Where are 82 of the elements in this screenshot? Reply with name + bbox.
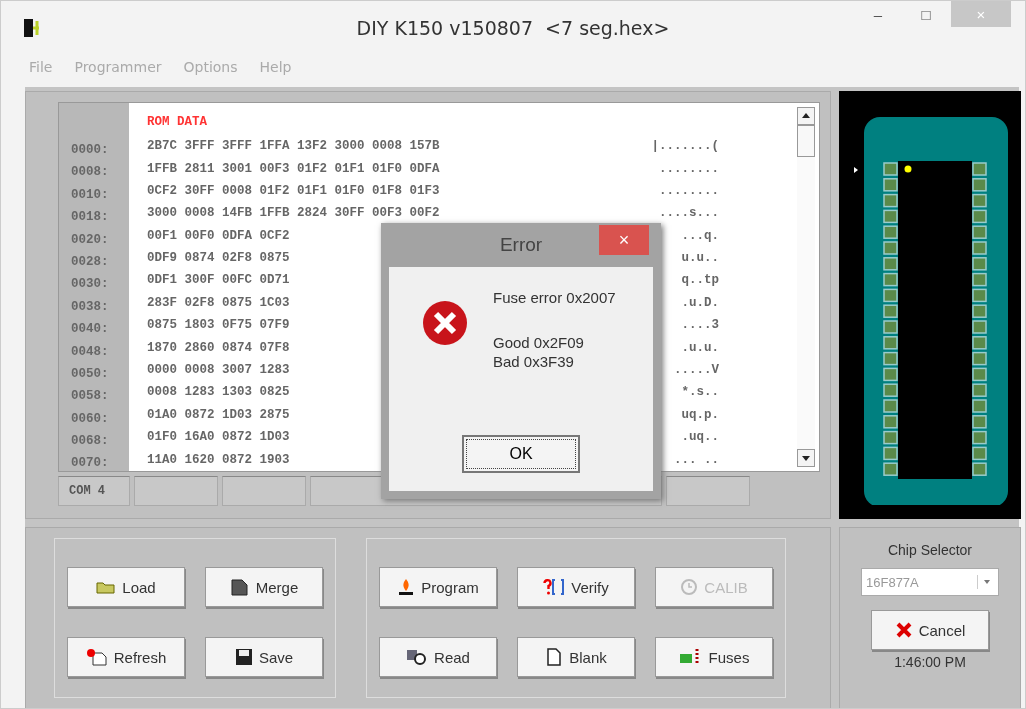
hex-data: 01F0 16A0 0872 1D03 [147,429,290,447]
ascii-data: .u.u. [681,339,719,357]
hex-data: 0CF2 30FF 0008 01F2 01F1 01F0 01F8 01F3 [147,182,440,200]
address-label: 0038: [71,298,110,316]
toolbar-button[interactable]: Verify [517,567,635,607]
address-label: 0040: [71,321,110,339]
clock-icon [680,578,699,596]
ascii-data: .u.D. [681,294,719,312]
hex-data: 0000 0008 3007 1283 [147,362,290,380]
rom-data-heading: ROM DATA [147,114,207,131]
address-label: 0070: [71,455,110,473]
hex-data: 0875 1803 0F75 07F9 [147,317,290,335]
save-icon [234,648,253,666]
scroll-down-icon[interactable] [797,449,815,467]
hex-data: 2B7C 3FFF 3FFF 1FFA 13F2 3000 0008 157B [147,138,440,156]
hex-data: 1FFB 2811 3001 00F3 01F2 01F1 01F0 0DFA [147,160,440,178]
toolbar-button[interactable]: Merge [205,567,323,607]
window-title: DIY K150 v150807 <7 seg.hex> [356,17,670,39]
documents-icon [229,578,250,596]
hex-data: 283F 02F8 0875 1C03 [147,294,290,312]
ascii-data: ....s... [659,205,719,223]
ascii-data: ...q. [681,227,719,245]
address-label: 0058: [71,388,110,406]
ascii-data: *.s.. [681,384,719,402]
address-label: 0028: [71,253,110,271]
clock-time: 1:46:00 PM [894,654,966,670]
address-label: 0068: [71,433,110,451]
toolbar-button[interactable]: Program [379,567,497,607]
question-bracket-icon [543,578,566,596]
ok-button[interactable]: OK [462,435,580,473]
cancel-button[interactable]: Cancel [871,610,989,650]
chip-magnifier-icon [406,648,429,666]
toolbar-button[interactable]: Load [67,567,185,607]
hex-data: 01A0 0872 1D03 2875 [147,406,290,424]
address-label: 0008: [71,164,110,182]
ascii-data: ........ [659,160,719,178]
toolbar-button[interactable]: Fuses [655,637,773,677]
chip-selector-label: Chip Selector [887,542,972,558]
ascii-data: ....3 [681,317,719,335]
toolbar-button[interactable]: Read [379,637,497,677]
ascii-data: .....V [674,362,719,380]
address-label: 0010: [71,186,110,204]
toolbar-button[interactable]: Save [205,637,323,677]
address-label: 0000: [71,142,110,159]
folder-icon [96,579,117,595]
address-label: 0030: [71,276,110,294]
hex-data: 0008 1283 1303 0825 [147,384,290,402]
ascii-data: ... .. [674,451,719,469]
scroll-up-icon[interactable] [797,107,815,125]
hex-data: 00F1 00F0 0DFA 0CF2 [147,227,290,245]
error-message: Good 0x2F09 [493,334,585,351]
address-label: 0048: [71,343,110,361]
hex-data: 1870 2860 0874 07F8 [147,339,290,357]
dialog-title: Error [499,234,543,256]
address-label: 0018: [71,209,110,227]
blank-page-icon [545,648,564,666]
ascii-data: u.u.. [681,250,719,268]
error-message: Fuse error 0x2007 [493,289,616,306]
com-port-status: COM 4 [58,476,130,506]
ascii-data: ........ [659,182,719,200]
ascii-data: uq.p. [681,406,719,424]
address-label: 0050: [71,365,110,383]
ascii-data: .uq.. [681,429,719,447]
ascii-data: |.......( [651,138,719,156]
minimize-button[interactable]: – [855,1,901,27]
address-label: 0020: [71,231,110,249]
flame-icon [397,578,416,596]
hex-data: 0DF9 0874 02F8 0875 [147,250,290,268]
address-label: 0060: [71,410,110,428]
document-star-icon [85,648,108,666]
hex-data: 0DF1 300F 00FC 0D71 [147,272,290,290]
hex-data: 11A0 1620 0872 1903 [147,451,290,469]
maximize-button[interactable]: □ [903,1,949,27]
error-message: Bad 0x3F39 [493,353,575,370]
scroll-thumb[interactable] [797,125,815,157]
close-x-icon [894,621,913,639]
error-icon [421,299,469,347]
ascii-data: q..tp [681,272,719,290]
close-button[interactable]: × [599,225,649,255]
toolbar-button[interactable]: Refresh [67,637,185,677]
hex-data: 3000 0008 14FB 1FFB 2824 30FF 00F3 00F2 [147,205,440,223]
toolbar-button[interactable]: Blank [517,637,635,677]
